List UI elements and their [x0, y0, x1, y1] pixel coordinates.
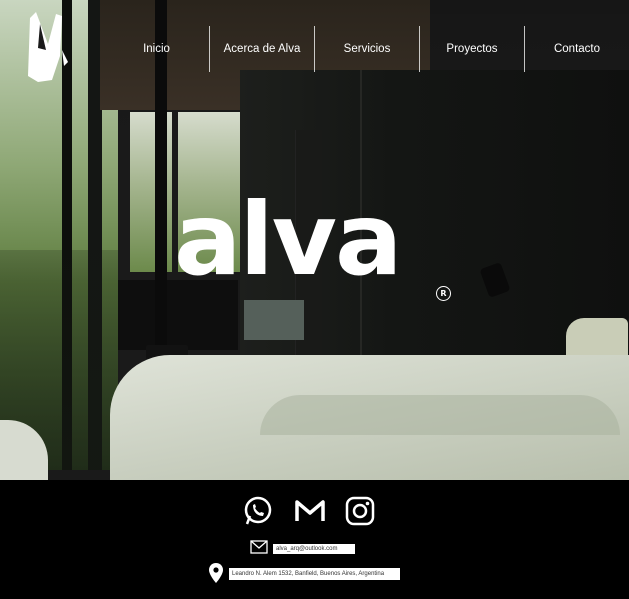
instagram-icon[interactable] [344, 495, 376, 527]
mail-icon [250, 540, 268, 554]
registered-mark-icon: R [436, 286, 451, 301]
brand-logo-mark-icon[interactable] [26, 10, 70, 84]
hero-photo-bench [244, 300, 304, 340]
nav-proyectos[interactable]: Proyectos [420, 26, 524, 72]
nav-acerca[interactable]: Acerca de Alva [210, 26, 314, 72]
nav-servicios[interactable]: Servicios [315, 26, 419, 72]
nav-inicio[interactable]: Inicio [104, 26, 209, 72]
main-nav: Inicio Acerca de Alva Servicios Proyecto… [104, 26, 629, 72]
nav-contacto[interactable]: Contacto [525, 26, 629, 72]
hero-photo-bed-fold [260, 395, 620, 435]
hero-banner: Inicio Acerca de Alva Servicios Proyecto… [0, 0, 629, 480]
postal-address: Leandro N. Alem 1532, Banfield, Buenos A… [229, 568, 400, 580]
hero-brand-title: alva [174, 181, 402, 298]
gmail-icon[interactable] [294, 495, 326, 527]
whatsapp-icon[interactable] [242, 495, 274, 527]
location-pin-icon [209, 563, 223, 583]
email-address[interactable]: alva_arq@outlook.com [273, 544, 355, 554]
